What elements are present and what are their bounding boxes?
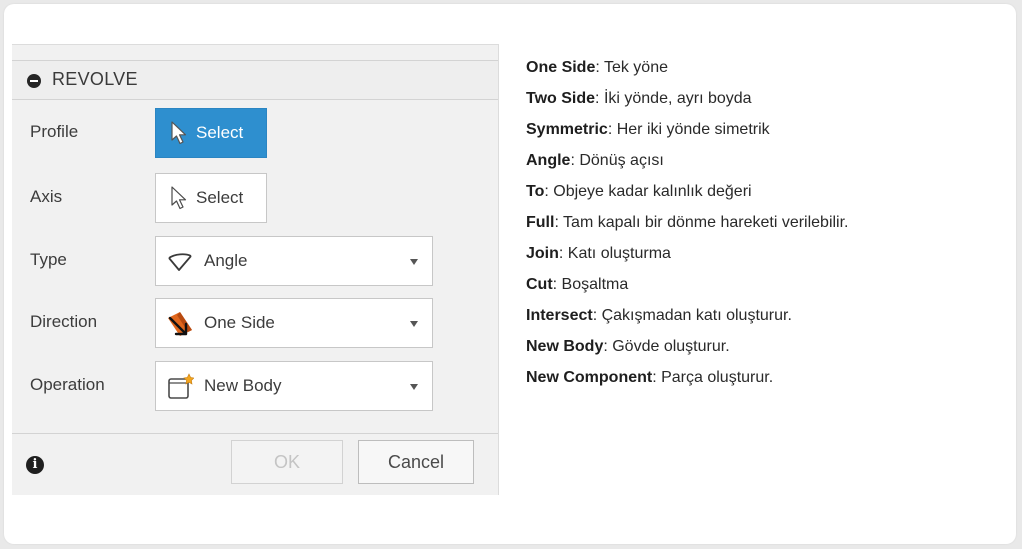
dialog-header[interactable]: REVOLVE (12, 60, 498, 100)
cursor-arrow-icon (171, 121, 187, 145)
legend-term: To (526, 183, 545, 200)
operation-value: New Body (204, 376, 282, 395)
legend-desc: : Parça oluşturur. (652, 369, 774, 386)
legend-term: New Body (526, 338, 604, 355)
revolve-dialog: REVOLVE Profile Select Axis Select Type … (12, 44, 499, 495)
legend-desc: : Objeye kadar kalınlık değeri (544, 183, 752, 200)
chevron-down-icon (410, 259, 418, 265)
axis-label: Axis (30, 187, 63, 206)
legend-desc: : Dönüş açısı (570, 152, 664, 169)
new-body-icon (168, 373, 194, 399)
legend-term: Symmetric (526, 121, 608, 138)
axis-select-button[interactable]: Select (155, 173, 267, 223)
legend-item: Cut: Boşaltma (526, 269, 1006, 300)
legend-term: Two Side (526, 90, 596, 107)
cancel-button[interactable]: Cancel (358, 440, 474, 484)
legend-term: Intersect (526, 307, 593, 324)
type-dropdown[interactable]: Angle (155, 236, 433, 286)
collapse-icon[interactable] (27, 74, 41, 88)
direction-label: Direction (30, 312, 98, 331)
legend-term: Full (526, 214, 555, 231)
axis-row: Axis Select (12, 173, 498, 223)
profile-label: Profile (30, 122, 79, 141)
legend-item: Angle: Dönüş açısı (526, 145, 1006, 176)
legend-term: New Component (526, 369, 653, 386)
dialog-footer: i OK Cancel (12, 433, 498, 496)
chevron-down-icon (410, 384, 418, 390)
type-row: Type Angle (12, 236, 498, 286)
cursor-arrow-icon (171, 186, 187, 210)
legend-item: Symmetric: Her iki yönde simetrik (526, 114, 1006, 145)
profile-select-label: Select (196, 123, 244, 142)
operation-dropdown[interactable]: New Body (155, 361, 433, 411)
direction-value: One Side (204, 313, 275, 332)
info-icon[interactable]: i (26, 456, 44, 474)
chevron-down-icon (410, 321, 418, 327)
legend-desc: : Tek yöne (595, 59, 668, 76)
ok-button[interactable]: OK (231, 440, 343, 484)
legend-item: Join: Katı oluşturma (526, 238, 1006, 269)
legend-desc: : Boşaltma (552, 276, 629, 293)
legend-desc: : Katı oluşturma (558, 245, 671, 262)
legend-item: Full: Tam kapalı bir dönme hareketi veri… (526, 207, 1006, 238)
legend-item: To: Objeye kadar kalınlık değeri (526, 176, 1006, 207)
axis-select-label: Select (196, 188, 244, 207)
type-value: Angle (204, 251, 248, 270)
direction-row: Direction One Side (12, 298, 498, 348)
legend-term: Cut (526, 276, 553, 293)
legend-item: Two Side: İki yönde, ayrı boyda (526, 83, 1006, 114)
legend-desc: : Gövde oluşturur. (603, 338, 730, 355)
legend-term: Angle (526, 152, 571, 169)
profile-select-button[interactable]: Select (155, 108, 267, 158)
direction-dropdown[interactable]: One Side (155, 298, 433, 348)
legend-desc: : Çakışmadan katı oluşturur. (592, 307, 792, 324)
legend-item: New Component: Parça oluşturur. (526, 362, 1006, 393)
legend-item: New Body: Gövde oluşturur. (526, 331, 1006, 362)
operation-row: Operation New Body (12, 361, 498, 411)
legend-desc: : Her iki yönde simetrik (607, 121, 770, 138)
profile-row: Profile Select (12, 108, 498, 158)
dialog-title: REVOLVE (52, 69, 138, 89)
legend-term: One Side (526, 59, 596, 76)
operation-label: Operation (30, 375, 105, 394)
angle-icon (168, 253, 192, 271)
legend-item: One Side: Tek yöne (526, 52, 1006, 83)
legend-desc: : İki yönde, ayrı boyda (595, 90, 752, 107)
legend-item: Intersect: Çakışmadan katı oluşturur. (526, 300, 1006, 331)
option-legend: One Side: Tek yöne Two Side: İki yönde, … (526, 52, 1006, 393)
content-card: REVOLVE Profile Select Axis Select Type … (4, 4, 1016, 544)
legend-desc: : Tam kapalı bir dönme hareketi verilebi… (554, 214, 849, 231)
type-label: Type (30, 250, 67, 269)
legend-term: Join (526, 245, 559, 262)
direction-icon (168, 312, 192, 336)
